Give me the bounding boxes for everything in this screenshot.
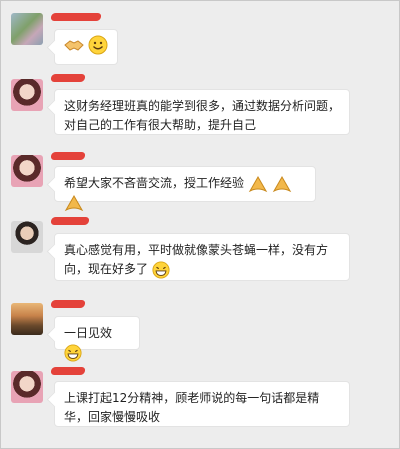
message-bubble[interactable]: 一日见效 — [54, 316, 140, 362]
message-bubble[interactable]: 这财务经理班真的能学到很多，通过数据分析问题，对自己的工作有很大帮助，提升自己 — [54, 89, 350, 135]
handshake-emoji — [64, 40, 84, 51]
avatar[interactable] — [11, 155, 43, 187]
grin-emoji — [152, 260, 170, 279]
sender-name-redacted — [50, 367, 86, 375]
message-bubble[interactable] — [54, 29, 118, 65]
avatar[interactable] — [11, 303, 43, 335]
grin-emoji — [64, 343, 82, 362]
clap-emoji — [64, 194, 84, 211]
message-text: 一日见效 — [64, 326, 113, 340]
message-text: 希望大家不吝啬交流，授工作经验 — [64, 176, 245, 190]
message-bubble[interactable]: 上课打起12分精神，顾老师说的每一句话都是精华，回家慢慢吸收 — [54, 381, 350, 427]
message-text: 这财务经理班真的能学到很多，通过数据分析问题，对自己的工作有很大帮助，提升自己 — [64, 99, 341, 132]
sender-name-redacted — [50, 74, 86, 82]
message-text: 真心感觉有用，平时做就像蒙头苍蝇一样，没有方向，现在好多了 — [64, 243, 329, 276]
message-bubble[interactable]: 真心感觉有用，平时做就像蒙头苍蝇一样，没有方向，现在好多了 — [54, 233, 350, 281]
avatar[interactable] — [11, 13, 43, 45]
avatar[interactable] — [11, 79, 43, 111]
sender-name-redacted — [50, 217, 90, 225]
clap-emoji — [272, 175, 291, 192]
sender-name-redacted — [50, 152, 86, 160]
sender-name-redacted — [50, 300, 86, 308]
smile-emoji — [88, 35, 108, 55]
avatar[interactable] — [11, 221, 43, 253]
sender-name-redacted — [50, 13, 102, 21]
message-bubble[interactable]: 希望大家不吝啬交流，授工作经验 — [54, 166, 316, 211]
clap-emoji — [248, 175, 268, 192]
chat-window: 这财务经理班真的能学到很多，通过数据分析问题，对自己的工作有很大帮助，提升自己 … — [0, 0, 400, 449]
avatar[interactable] — [11, 371, 43, 403]
message-text: 上课打起12分精神，顾老师说的每一句话都是精华，回家慢慢吸收 — [64, 391, 320, 424]
